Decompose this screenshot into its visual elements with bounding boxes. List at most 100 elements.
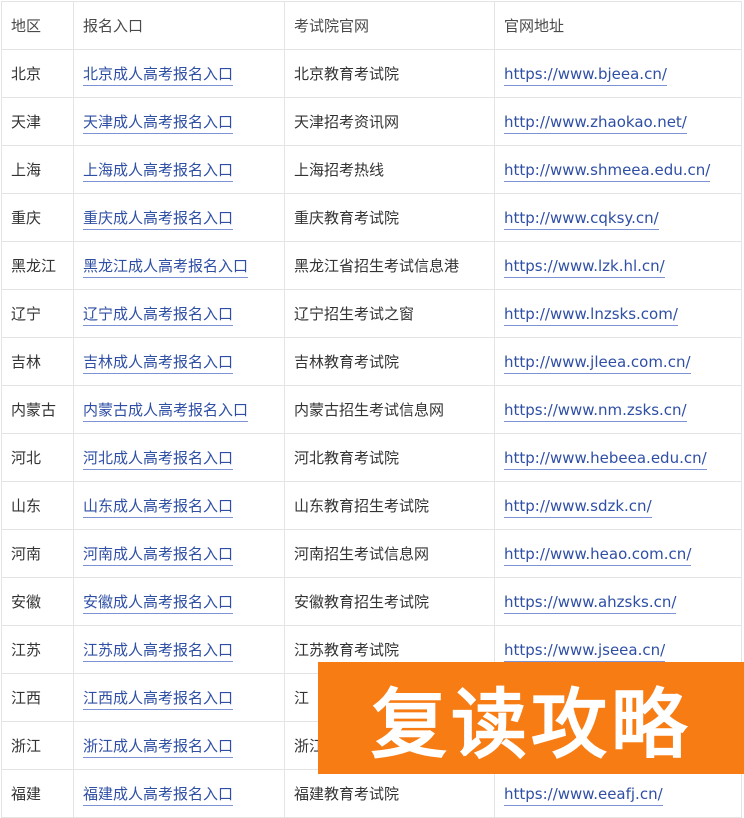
registration-link[interactable]: 吉林成人高考报名入口: [83, 353, 234, 374]
official-url-link[interactable]: http://www.hebeea.edu.cn/: [504, 448, 707, 470]
official-url-link[interactable]: https://www.ahzsks.cn/: [504, 592, 677, 614]
registration-link[interactable]: 内蒙古成人高考报名入口: [83, 401, 249, 422]
region-cell: 重庆: [1, 193, 74, 242]
office-name-cell: 内蒙古招生考试信息网: [284, 385, 495, 434]
registration-link[interactable]: 河北成人高考报名入口: [83, 449, 234, 470]
region-cell-text: 内蒙古: [11, 401, 57, 419]
office-name-cell: 重庆教育考试院: [284, 193, 495, 242]
office-name-cell: 黑龙江省招生考试信息港: [284, 241, 495, 290]
official-url-link[interactable]: https://www.bjeea.cn/: [504, 64, 667, 86]
region-cell: 江苏: [1, 625, 74, 674]
table-row: 河北 河北成人高考报名入口 河北教育考试院 http://www.hebeea.edu…: [1, 433, 742, 482]
office-name-cell: 河南招生考试信息网: [284, 529, 495, 578]
registration-cell: 北京成人高考报名入口: [73, 49, 285, 98]
region-cell-text: 天津: [11, 113, 42, 131]
region-cell-text: 江西: [11, 689, 42, 707]
region-cell-text: 河北: [11, 449, 42, 467]
office-name-cell-text: 上海招考热线: [294, 161, 385, 179]
office-name-cell: 福建教育考试院: [284, 769, 495, 818]
registration-cell: 山东成人高考报名入口: [73, 481, 285, 530]
region-cell: 辽宁: [1, 289, 74, 338]
table-row: 山东 山东成人高考报名入口 山东教育招生考试院 http://www.sdzk.cn/: [1, 481, 742, 530]
region-cell-text: 福建: [11, 785, 42, 803]
office-name-cell: 上海招考热线: [284, 145, 495, 194]
office-name-cell-text: 福建教育考试院: [294, 785, 400, 803]
office-name-cell-text: 天津招考资讯网: [294, 113, 400, 131]
registration-cell: 上海成人高考报名入口: [73, 145, 285, 194]
registration-cell: 重庆成人高考报名入口: [73, 193, 285, 242]
registration-link[interactable]: 黑龙江成人高考报名入口: [83, 257, 249, 278]
registration-link[interactable]: 天津成人高考报名入口: [83, 113, 234, 134]
registration-link[interactable]: 福建成人高考报名入口: [83, 785, 234, 806]
official-url-cell: https://www.lzk.hl.cn/: [494, 241, 742, 290]
header-url: 官网地址: [494, 1, 742, 50]
registration-cell: 内蒙古成人高考报名入口: [73, 385, 285, 434]
table-row: 北京 北京成人高考报名入口 北京教育考试院 https://www.bjeea.cn/: [1, 49, 742, 98]
office-name-cell-text: 辽宁招生考试之窗: [294, 305, 415, 323]
office-name-cell: 天津招考资讯网: [284, 97, 495, 146]
table-row: 重庆 重庆成人高考报名入口 重庆教育考试院 http://www.cqksy.cn/: [1, 193, 742, 242]
region-cell-text: 黑龙江: [11, 257, 57, 275]
registration-link[interactable]: 江西成人高考报名入口: [83, 689, 234, 710]
registration-cell: 辽宁成人高考报名入口: [73, 289, 285, 338]
official-url-cell: http://www.lnzsks.com/: [494, 289, 742, 338]
registration-link[interactable]: 辽宁成人高考报名入口: [83, 305, 234, 326]
official-url-link[interactable]: http://www.heao.com.cn/: [504, 544, 692, 566]
registration-cell: 天津成人高考报名入口: [73, 97, 285, 146]
official-url-link[interactable]: https://www.nm.zsks.cn/: [504, 400, 687, 422]
region-cell-text: 浙江: [11, 737, 42, 755]
official-url-link[interactable]: http://www.lnzsks.com/: [504, 304, 678, 326]
official-url-link[interactable]: https://www.eeafj.cn/: [504, 784, 663, 806]
registration-cell: 江西成人高考报名入口: [73, 673, 285, 722]
region-cell: 河南: [1, 529, 74, 578]
official-url-cell: http://www.sdzk.cn/: [494, 481, 742, 530]
table-row: 内蒙古 内蒙古成人高考报名入口 内蒙古招生考试信息网 https://www.nm.z…: [1, 385, 742, 434]
official-url-cell: http://www.hebeea.edu.cn/: [494, 433, 742, 482]
region-cell-text: 辽宁: [11, 305, 42, 323]
office-name-cell: 安徽教育招生考试院: [284, 577, 495, 626]
registration-link[interactable]: 浙江成人高考报名入口: [83, 737, 234, 758]
office-name-cell-text: 江: [294, 689, 310, 707]
region-cell: 福建: [1, 769, 74, 818]
office-name-cell: 北京教育考试院: [284, 49, 495, 98]
official-url-link[interactable]: http://www.cqksy.cn/: [504, 208, 659, 230]
region-cell-text: 吉林: [11, 353, 42, 371]
table-row: 河南 河南成人高考报名入口 河南招生考试信息网 http://www.heao.com…: [1, 529, 742, 578]
header-office: 考试院官网: [284, 1, 495, 50]
office-name-cell: 辽宁招生考试之窗: [284, 289, 495, 338]
region-cell: 河北: [1, 433, 74, 482]
region-cell-text: 重庆: [11, 209, 42, 227]
office-name-cell-text: 江苏教育考试院: [294, 641, 400, 659]
registration-link[interactable]: 北京成人高考报名入口: [83, 65, 234, 86]
official-url-cell: http://www.zhaokao.net/: [494, 97, 742, 146]
registration-cell: 福建成人高考报名入口: [73, 769, 285, 818]
region-cell: 山东: [1, 481, 74, 530]
region-cell: 安徽: [1, 577, 74, 626]
registration-link[interactable]: 山东成人高考报名入口: [83, 497, 234, 518]
official-url-link[interactable]: https://www.jseea.cn/: [504, 640, 666, 662]
office-name-cell-text: 吉林教育考试院: [294, 353, 400, 371]
registration-link[interactable]: 河南成人高考报名入口: [83, 545, 234, 566]
official-url-link[interactable]: http://www.sdzk.cn/: [504, 496, 652, 518]
office-name-cell-text: 河南招生考试信息网: [294, 545, 430, 563]
official-url-link[interactable]: http://www.shmeea.edu.cn/: [504, 160, 711, 182]
registration-link[interactable]: 江苏成人高考报名入口: [83, 641, 234, 662]
official-url-link[interactable]: http://www.zhaokao.net/: [504, 112, 687, 134]
registration-link[interactable]: 上海成人高考报名入口: [83, 161, 234, 182]
region-cell: 上海: [1, 145, 74, 194]
table-row: 辽宁 辽宁成人高考报名入口 辽宁招生考试之窗 http://www.lnzsks.co…: [1, 289, 742, 338]
promo-banner: 复读攻略: [318, 662, 744, 774]
office-name-cell-text: 安徽教育招生考试院: [294, 593, 430, 611]
official-url-cell: https://www.bjeea.cn/: [494, 49, 742, 98]
official-url-link[interactable]: http://www.jleea.com.cn/: [504, 352, 691, 374]
table-row: 福建 福建成人高考报名入口 福建教育考试院 https://www.eeafj.cn/: [1, 769, 742, 818]
registration-link[interactable]: 安徽成人高考报名入口: [83, 593, 234, 614]
registration-cell: 江苏成人高考报名入口: [73, 625, 285, 674]
official-url-cell: https://www.eeafj.cn/: [494, 769, 742, 818]
official-url-link[interactable]: https://www.lzk.hl.cn/: [504, 256, 665, 278]
office-name-cell: 河北教育考试院: [284, 433, 495, 482]
table-row: 黑龙江 黑龙江成人高考报名入口 黑龙江省招生考试信息港 https://www.lzk…: [1, 241, 742, 290]
registration-link[interactable]: 重庆成人高考报名入口: [83, 209, 234, 230]
office-name-cell: 山东教育招生考试院: [284, 481, 495, 530]
region-cell-text: 北京: [11, 65, 42, 83]
